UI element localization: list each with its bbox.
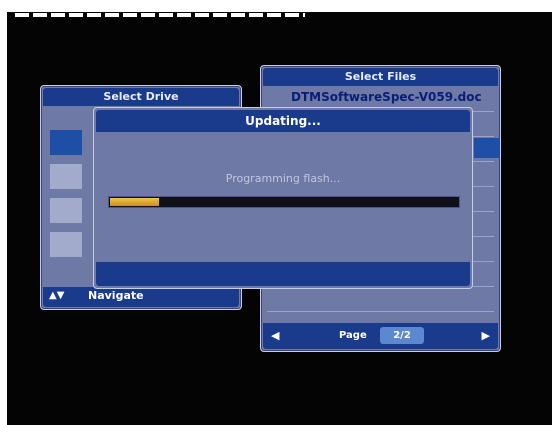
drive-item-selected[interactable] [50,130,82,155]
navigate-label: Navigate [88,289,144,302]
dialog-footer [96,262,470,286]
tv-screen: Select Files DTMSoftwareSpec-V059.doc ◀ … [7,12,552,425]
page-indicator: 2/2 [380,327,424,344]
scanline-artifact [15,13,305,17]
updating-dialog: Updating... Programming flash... [93,107,473,289]
select-files-title: Select Files [263,68,498,86]
arrow-right-icon[interactable]: ▶ [482,329,490,342]
progress-bar [108,196,460,208]
file-row[interactable] [267,286,494,312]
up-down-arrows-icon: ▲▼ [49,290,65,301]
navigate-hint-bar: ▲▼ Navigate [43,287,239,307]
drive-item[interactable] [50,232,82,257]
page-bar: ◀ Page 2/2 ▶ [263,323,498,349]
drive-item[interactable] [50,164,82,189]
status-message: Programming flash... [225,172,341,185]
page-label: Page [339,330,367,341]
arrow-left-icon[interactable]: ◀ [271,329,279,342]
select-drive-title: Select Drive [43,88,239,106]
drive-item[interactable] [50,198,82,223]
dialog-title: Updating... [96,110,470,132]
progress-fill [110,198,159,206]
file-row-selected[interactable] [474,138,500,158]
